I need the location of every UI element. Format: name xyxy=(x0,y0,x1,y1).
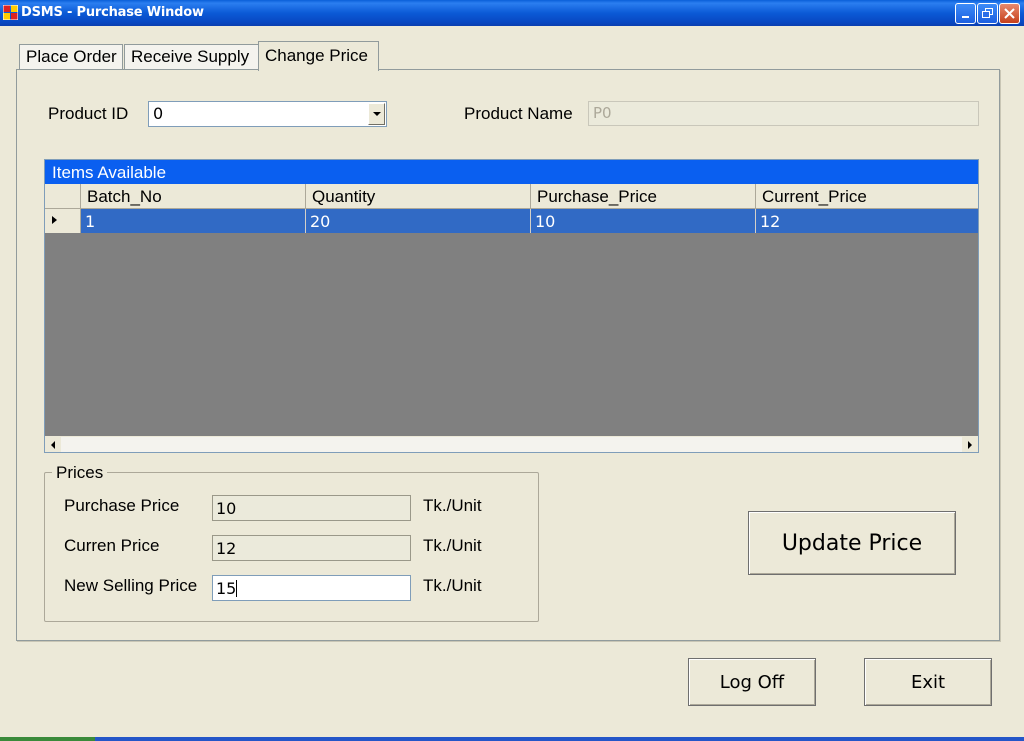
column-header-batch-no[interactable]: Batch_No xyxy=(81,184,306,209)
unit-label: Tk./Unit xyxy=(423,576,482,595)
title-bar[interactable]: DSMS - Purchase Window xyxy=(0,0,1024,26)
product-name-field: P0 xyxy=(588,101,979,126)
table-cell[interactable]: 20 xyxy=(306,209,531,233)
minimize-button[interactable] xyxy=(955,3,976,24)
table-cell[interactable]: 1 xyxy=(81,209,306,233)
restore-button[interactable] xyxy=(977,3,998,24)
current-price-field: 12 xyxy=(212,535,411,561)
close-icon xyxy=(1004,8,1015,19)
product-id-label: Product ID xyxy=(48,104,129,123)
tab-receive-supply[interactable]: Receive Supply xyxy=(124,44,259,70)
new-selling-price-input[interactable]: 15 xyxy=(212,575,411,601)
restore-icon xyxy=(982,8,993,18)
exit-button[interactable]: Exit xyxy=(864,658,992,706)
scroll-left-button[interactable] xyxy=(45,437,61,452)
items-available-grid[interactable]: Items Available Batch_No Quantity Purcha… xyxy=(44,159,979,453)
minimize-icon xyxy=(962,16,969,18)
purchase-price-field: 10 xyxy=(212,495,411,521)
tab-place-order[interactable]: Place Order xyxy=(19,44,123,70)
grid-corner-header xyxy=(45,184,81,209)
chevron-left-icon xyxy=(50,441,55,449)
product-id-dropdown[interactable]: 0 xyxy=(148,101,387,127)
text-caret xyxy=(236,580,238,597)
horizontal-scrollbar[interactable] xyxy=(45,436,978,452)
column-header-quantity[interactable]: Quantity xyxy=(306,184,531,209)
log-off-button[interactable]: Log Off xyxy=(688,658,816,706)
scroll-right-button[interactable] xyxy=(962,437,978,452)
column-header-purchase-price[interactable]: Purchase_Price xyxy=(531,184,756,209)
unit-label: Tk./Unit xyxy=(423,496,482,515)
dropdown-button[interactable] xyxy=(368,103,385,125)
chevron-right-icon xyxy=(967,441,972,449)
close-button[interactable] xyxy=(999,3,1020,24)
row-header[interactable] xyxy=(45,209,81,233)
purchase-price-label: Purchase Price xyxy=(64,496,180,515)
chevron-down-icon xyxy=(372,111,381,116)
taskbar-edge xyxy=(0,737,1024,741)
table-cell[interactable]: 10 xyxy=(531,209,756,233)
tab-change-price[interactable]: Change Price xyxy=(258,41,379,71)
row-pointer-icon xyxy=(52,216,57,224)
table-cell[interactable]: 12 xyxy=(756,209,978,233)
grid-caption: Items Available xyxy=(45,160,978,184)
unit-label: Tk./Unit xyxy=(423,536,482,555)
prices-group-label: Prices xyxy=(52,463,108,483)
current-price-label: Curren Price xyxy=(64,536,160,555)
window-title: DSMS - Purchase Window xyxy=(21,5,204,20)
product-name-label: Product Name xyxy=(464,104,573,123)
app-icon xyxy=(3,5,18,20)
column-header-current-price[interactable]: Current_Price xyxy=(756,184,978,209)
update-price-button[interactable]: Update Price xyxy=(748,511,956,575)
new-selling-price-value: 15 xyxy=(216,579,237,598)
new-selling-price-label: New Selling Price xyxy=(64,576,198,595)
product-id-value: 0 xyxy=(153,104,164,123)
